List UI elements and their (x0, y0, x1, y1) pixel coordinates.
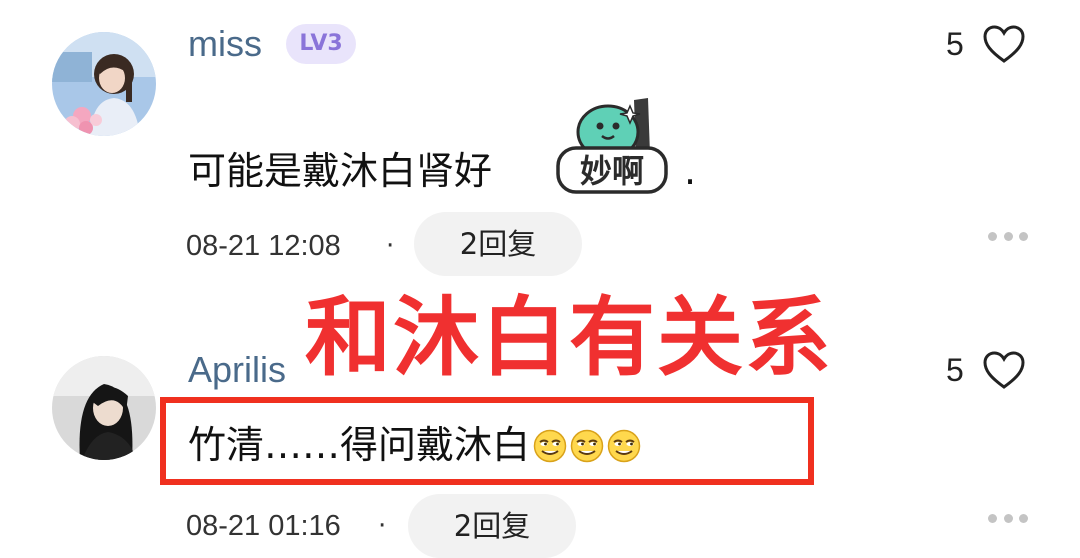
separator-dot: · (378, 511, 387, 541)
highlight-box (160, 397, 814, 485)
timestamp: 08-21 12:08 (186, 230, 341, 262)
comment-text-suffix: . (684, 149, 697, 193)
reply-count-button[interactable]: 2回复 (414, 212, 582, 276)
miaoa-sticker: 妙啊 (552, 96, 672, 202)
comment-text: 可能是戴沐白肾好 (188, 149, 493, 193)
level-badge: LV3 (286, 24, 356, 64)
more-dots-icon[interactable] (988, 512, 1028, 524)
username[interactable]: Aprilis (188, 348, 286, 392)
like-count: 5 (946, 26, 964, 62)
reply-count-button[interactable]: 2回复 (408, 494, 576, 558)
heart-icon[interactable] (982, 350, 1026, 394)
sticker-label: 妙啊 (580, 152, 644, 190)
like-count: 5 (946, 352, 964, 388)
avatar[interactable] (52, 32, 156, 136)
timestamp: 08-21 01:16 (186, 510, 341, 542)
more-dots-icon[interactable] (988, 230, 1028, 242)
separator-dot: · (386, 231, 395, 261)
comment-item: miss LV3 5 可能是戴沐白肾好 妙啊 . 08-21 12:08 · 2… (0, 0, 1080, 290)
overlay-caption: 和沐白有关系 (305, 288, 833, 388)
heart-icon[interactable] (982, 24, 1026, 68)
avatar[interactable] (52, 356, 156, 460)
username[interactable]: miss (188, 22, 262, 66)
